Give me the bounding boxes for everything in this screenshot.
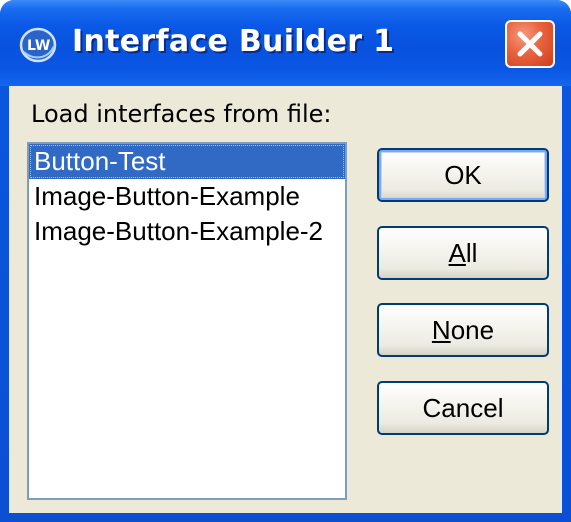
cancel-button[interactable]: Cancel: [377, 381, 549, 435]
list-item[interactable]: Button-Test: [29, 144, 345, 179]
list-item[interactable]: Image-Button-Example-2: [29, 214, 345, 249]
close-icon: [517, 31, 543, 57]
list-item[interactable]: Image-Button-Example: [29, 179, 345, 214]
none-button[interactable]: None: [377, 303, 549, 357]
none-button-mnemonic: N: [431, 315, 451, 345]
all-button-mnemonic: A: [448, 238, 466, 268]
dialog-body: Load interfaces from file: Button-Test I…: [9, 86, 562, 513]
all-button[interactable]: All: [377, 226, 549, 280]
dialog-window: LW Interface Builder 1 Load interfaces f…: [0, 0, 571, 522]
lw-app-icon: LW: [18, 26, 58, 64]
close-button[interactable]: [505, 20, 555, 68]
all-button-label: ll: [465, 238, 478, 268]
ok-button-label: OK: [444, 160, 482, 190]
none-button-label: one: [450, 315, 495, 345]
window-title: Interface Builder 1: [72, 24, 395, 59]
interfaces-listbox[interactable]: Button-Test Image-Button-Example Image-B…: [27, 142, 347, 500]
ok-button[interactable]: OK: [377, 148, 549, 202]
load-interfaces-label: Load interfaces from file:: [31, 100, 332, 128]
cancel-button-label: Cancel: [422, 393, 504, 423]
svg-text:LW: LW: [27, 38, 50, 54]
title-bar[interactable]: LW Interface Builder 1: [0, 0, 571, 86]
